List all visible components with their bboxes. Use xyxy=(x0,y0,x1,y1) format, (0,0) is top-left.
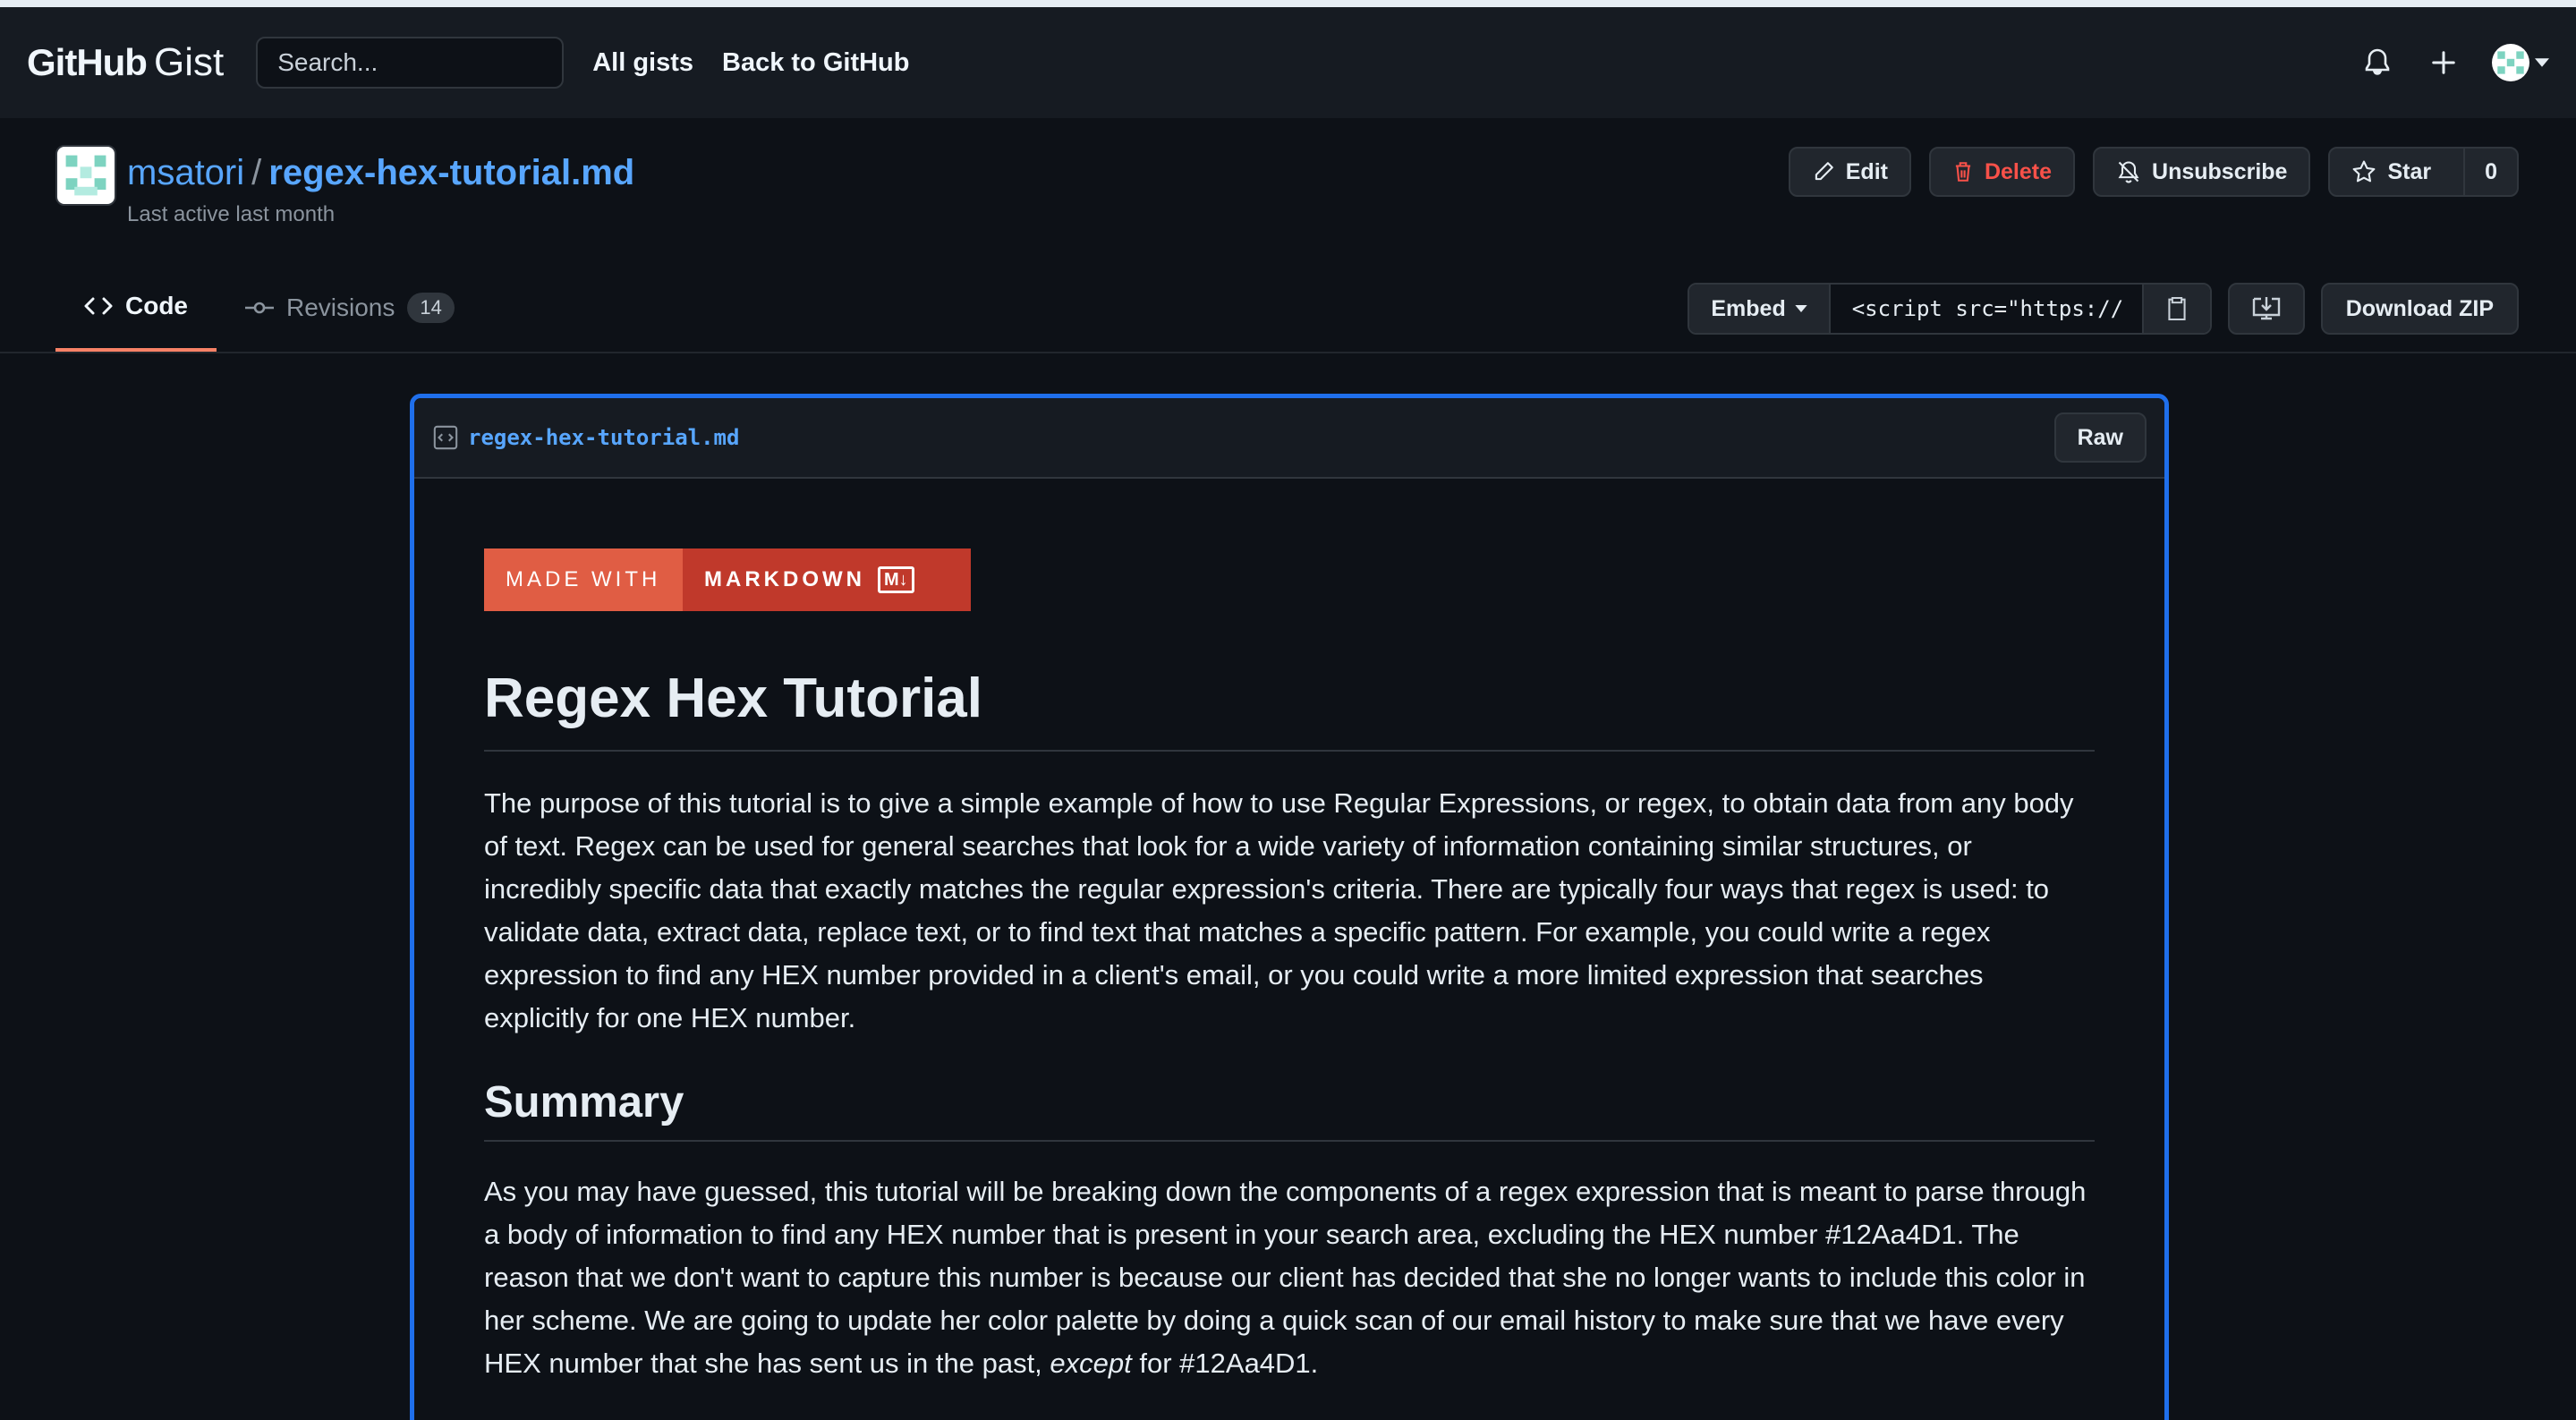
copy-embed-button[interactable] xyxy=(2143,285,2210,333)
unsubscribe-label: Unsubscribe xyxy=(2152,158,2288,184)
markdown-mark-icon: M↓ xyxy=(877,566,914,593)
markdown-body: MADE WITH MARKDOWN M↓ Regex Hex Tutorial… xyxy=(414,479,2164,1385)
tab-code-label: Code xyxy=(125,291,188,319)
plus-icon[interactable] xyxy=(2426,45,2461,81)
file-container: regex-hex-tutorial.md Raw MADE WITH MARK… xyxy=(410,394,2169,1420)
desktop-download-icon xyxy=(2252,297,2280,320)
raw-button[interactable]: Raw xyxy=(2053,412,2147,463)
tabs-divider xyxy=(0,352,2576,353)
embed-code-input[interactable]: <script src="https:// xyxy=(1830,285,2144,333)
heading-summary: Summary xyxy=(484,1077,2095,1142)
star-button[interactable]: Star xyxy=(2330,149,2453,195)
star-label: Star xyxy=(2387,158,2432,184)
bell-icon[interactable] xyxy=(2359,45,2395,81)
embed-box: Embed <script src="https:// xyxy=(1688,283,2212,335)
clipboard-icon xyxy=(2168,296,2186,321)
delete-button[interactable]: Delete xyxy=(1928,147,2076,197)
tab-revisions[interactable]: Revisions 14 xyxy=(217,285,483,331)
embed-toolbar: Embed <script src="https:// Download ZIP xyxy=(1688,283,2519,335)
download-zip-button[interactable]: Download ZIP xyxy=(2320,283,2519,335)
summary-emphasis: except xyxy=(1050,1348,1132,1379)
gist-tabs: Code Revisions 14 xyxy=(55,285,483,353)
star-icon xyxy=(2353,160,2376,183)
pencil-icon xyxy=(1815,162,1833,181)
star-count[interactable]: 0 xyxy=(2463,149,2517,195)
heading-title: Regex Hex Tutorial xyxy=(484,667,2095,752)
title-separator: / xyxy=(251,153,262,192)
summary-paragraph: As you may have guessed, this tutorial w… xyxy=(484,1170,2095,1385)
badge-right-text: MARKDOWN xyxy=(704,567,865,591)
gist-title: msatori / regex-hex-tutorial.md xyxy=(127,145,634,200)
embed-label: Embed xyxy=(1711,295,1786,321)
header-actions xyxy=(2359,7,2549,118)
back-to-github-link[interactable]: Back to GitHub xyxy=(722,48,909,78)
search-input[interactable]: Search... xyxy=(256,37,565,89)
tab-code[interactable]: Code xyxy=(55,285,217,353)
git-commit-icon xyxy=(245,302,274,314)
file-code-icon xyxy=(433,425,458,450)
badge-left-text: MADE WITH xyxy=(484,548,683,611)
last-active-text: Last active last month xyxy=(127,202,336,226)
star-button-group: Star 0 xyxy=(2328,147,2519,197)
edit-label: Edit xyxy=(1845,158,1888,184)
trash-icon xyxy=(1955,162,1971,182)
bell-slash-icon xyxy=(2118,161,2139,183)
caret-down-icon xyxy=(1795,305,1807,312)
badge-right: MARKDOWN M↓ xyxy=(683,548,971,611)
file-name-link[interactable]: regex-hex-tutorial.md xyxy=(468,425,739,450)
title-block: msatori / regex-hex-tutorial.md Last activ… xyxy=(127,145,634,227)
embed-dropdown-button[interactable]: Embed xyxy=(1689,285,1831,333)
code-icon xyxy=(84,297,113,314)
file-header: regex-hex-tutorial.md Raw xyxy=(414,398,2164,479)
user-menu[interactable] xyxy=(2492,44,2549,81)
tab-revisions-label: Revisions xyxy=(286,293,395,321)
site-header: GitHub Gist Search... All gists Back to … xyxy=(0,7,2576,118)
unsubscribe-button[interactable]: Unsubscribe xyxy=(2093,147,2311,197)
all-gists-link[interactable]: All gists xyxy=(592,48,693,78)
owner-link[interactable]: msatori xyxy=(127,153,244,192)
window-top-edge xyxy=(0,0,2576,7)
avatar-icon xyxy=(2492,44,2529,81)
caret-down-icon xyxy=(2535,58,2549,67)
gist-title-area: msatori / regex-hex-tutorial.md Last activ… xyxy=(55,145,634,227)
summary-text-end: for #12Aa4D1. xyxy=(1131,1348,1319,1379)
open-desktop-button[interactable] xyxy=(2227,283,2305,335)
edit-button[interactable]: Edit xyxy=(1788,147,1911,197)
made-with-markdown-badge[interactable]: MADE WITH MARKDOWN M↓ xyxy=(484,548,971,611)
github-gist-logo[interactable]: GitHub Gist xyxy=(27,40,224,85)
owner-avatar[interactable] xyxy=(55,145,116,206)
revisions-count-badge: 14 xyxy=(407,293,455,323)
intro-paragraph: The purpose of this tutorial is to give … xyxy=(484,787,2074,1033)
logo-gist-text: Gist xyxy=(153,40,225,84)
delete-label: Delete xyxy=(1984,158,2053,184)
gist-filename-link[interactable]: regex-hex-tutorial.md xyxy=(268,153,634,192)
logo-github-text: GitHub xyxy=(27,41,148,83)
gist-actions: Edit Delete Unsubscribe Star 0 xyxy=(1788,147,2519,197)
